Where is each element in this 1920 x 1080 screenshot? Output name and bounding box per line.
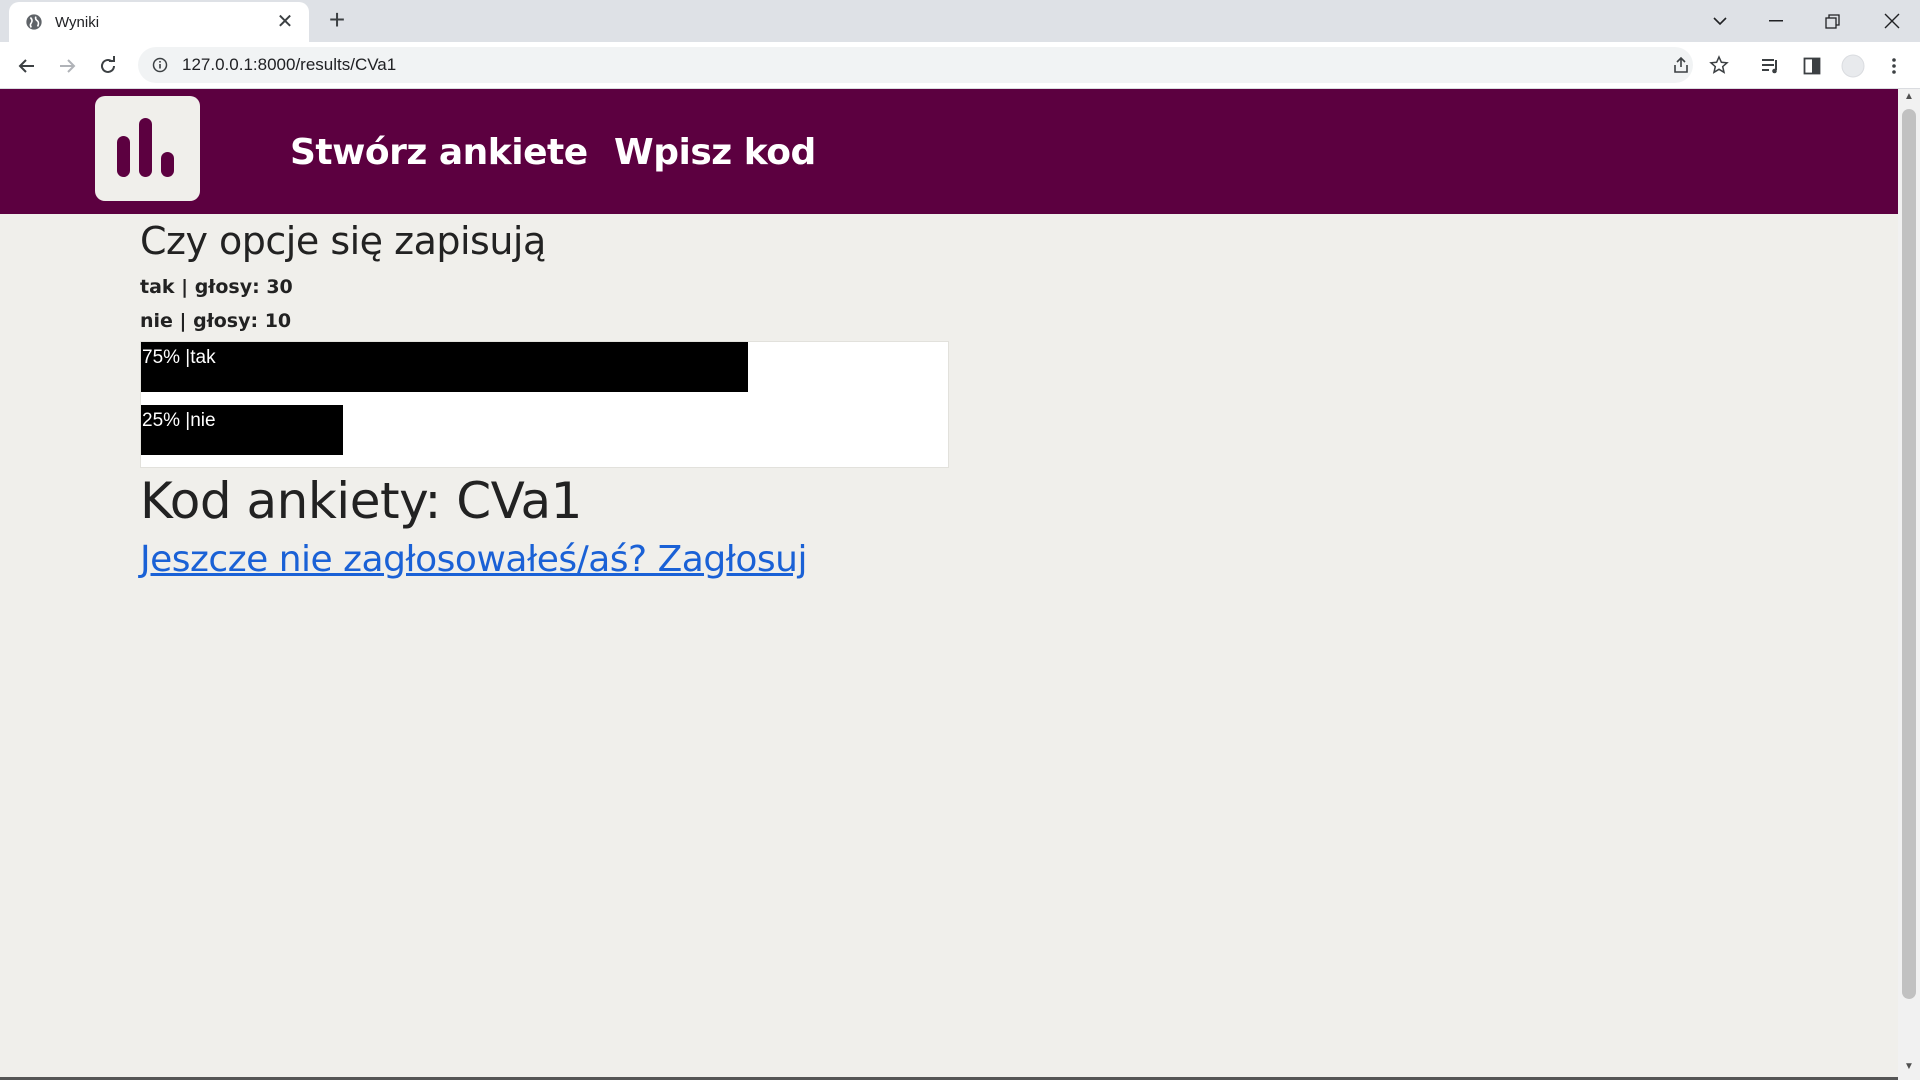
vertical-scrollbar[interactable]: ▲ ▼	[1898, 89, 1920, 1080]
bookmark-star-icon[interactable]	[1707, 53, 1731, 77]
side-panel-icon[interactable]	[1800, 54, 1824, 78]
bar-label-tak: 75% |tak	[142, 347, 216, 368]
poll-title: Czy opcje się zapisują	[140, 219, 546, 263]
media-controls-icon[interactable]	[1759, 54, 1783, 78]
address-bar[interactable]: 127.0.0.1:8000/results/CVa1	[138, 47, 1729, 83]
back-arrow-icon[interactable]	[12, 51, 42, 81]
profile-avatar-icon[interactable]	[1841, 54, 1865, 78]
tab-strip: Wyniki ✕ +	[0, 0, 1920, 42]
browser-menu-icon[interactable]	[1882, 54, 1906, 78]
vote-count-nie: nie | głosy: 10	[140, 310, 292, 332]
scroll-down-icon[interactable]: ▼	[1898, 1059, 1920, 1075]
vote-count-tak: tak | głosy: 30	[140, 276, 293, 298]
survey-code: Kod ankiety: CVa1	[140, 472, 582, 530]
result-bar-nie: 25% |nie	[141, 405, 343, 455]
bar-label-nie: 25% |nie	[142, 410, 216, 431]
logo[interactable]	[95, 96, 200, 201]
scroll-up-icon[interactable]: ▲	[1898, 89, 1920, 105]
nav-create-survey-link[interactable]: Stwórz ankiete	[290, 132, 588, 173]
reload-icon[interactable]	[93, 51, 123, 81]
window-close-icon[interactable]	[1864, 0, 1920, 42]
globe-icon	[26, 14, 42, 30]
results-chart: 75% |tak 25% |nie	[140, 341, 949, 468]
page-viewport: Stwórz ankiete Wpisz kod Czy opcje się z…	[0, 89, 1898, 1078]
forward-arrow-icon[interactable]	[52, 51, 82, 81]
tab-title: Wyniki	[55, 13, 100, 31]
new-tab-button[interactable]: +	[322, 6, 352, 36]
minimize-icon[interactable]	[1748, 0, 1804, 42]
scroll-thumb[interactable]	[1902, 109, 1916, 999]
nav-enter-code-link[interactable]: Wpisz kod	[614, 132, 816, 173]
site-header: Stwórz ankiete Wpisz kod	[0, 89, 1898, 214]
tab-close-icon[interactable]: ✕	[273, 10, 297, 34]
share-icon[interactable]	[1669, 53, 1693, 77]
restore-icon[interactable]	[1804, 0, 1860, 42]
tab-search-chevron-icon[interactable]	[1692, 0, 1748, 42]
vote-now-link[interactable]: Jeszcze nie zagłosowałeś/aś? Zagłosuj	[140, 539, 808, 580]
browser-toolbar: 127.0.0.1:8000/results/CVa1	[0, 42, 1920, 89]
result-bar-tak: 75% |tak	[141, 342, 748, 392]
browser-tab-wyniki[interactable]: Wyniki ✕	[9, 2, 309, 42]
url-text[interactable]: 127.0.0.1:8000/results/CVa1	[182, 55, 396, 75]
info-icon[interactable]	[152, 57, 168, 73]
bar-chart-logo-icon	[117, 118, 174, 177]
